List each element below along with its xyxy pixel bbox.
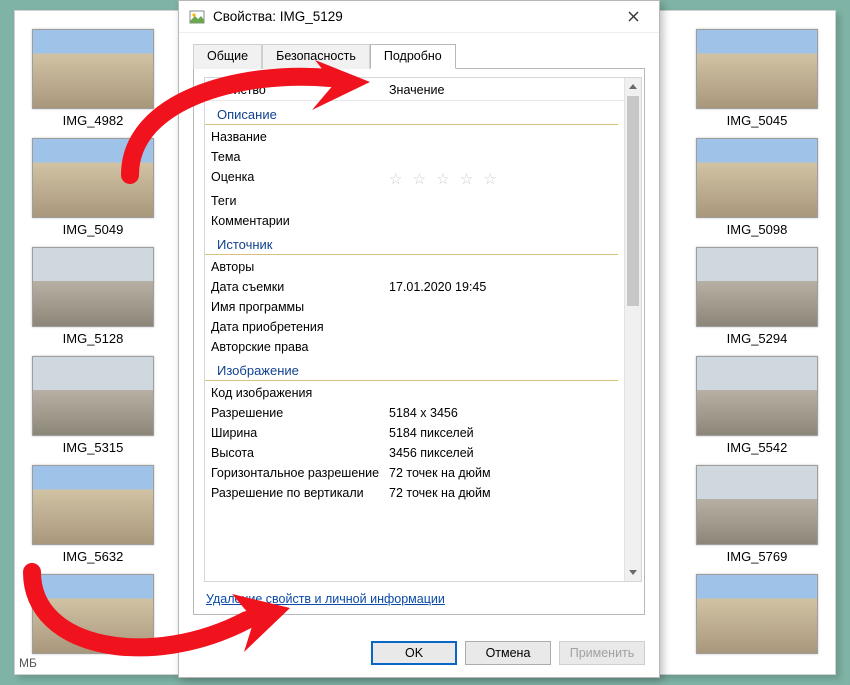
app-icon	[189, 9, 205, 25]
thumbnail[interactable]: IMG_5294	[687, 247, 827, 346]
bg-hint-text: МБ	[19, 656, 37, 670]
section-description: Описание	[205, 103, 618, 125]
row-width[interactable]: Ширина	[211, 426, 389, 440]
thumbnail-image[interactable]	[696, 356, 818, 436]
row-hres[interactable]: Горизонтальное разрешение	[211, 466, 389, 480]
thumbnail-label: IMG_4982	[23, 113, 163, 128]
tab-general[interactable]: Общие	[193, 44, 262, 69]
thumbnail[interactable]: IMG_5049	[23, 138, 163, 237]
row-copyright[interactable]: Авторские права	[211, 340, 389, 354]
row-authors[interactable]: Авторы	[211, 260, 389, 274]
thumbnail-label: IMG_5045	[687, 113, 827, 128]
thumbnail[interactable]: IMG_5098	[687, 138, 827, 237]
val-hres: 72 точек на дюйм	[389, 466, 618, 480]
thumbnail-label: IMG_5049	[23, 222, 163, 237]
ok-button[interactable]: OK	[371, 641, 457, 665]
dialog-button-row: OK Отмена Применить	[179, 627, 659, 677]
thumbnail[interactable]	[23, 574, 163, 654]
thumbnail[interactable]: IMG_5632	[23, 465, 163, 564]
thumbnail-label: IMG_5769	[687, 549, 827, 564]
scroll-up-button[interactable]	[625, 78, 641, 95]
scroll-thumb[interactable]	[627, 96, 639, 306]
row-comments[interactable]: Комментарии	[211, 214, 389, 228]
thumbnail-image[interactable]	[696, 138, 818, 218]
property-list: Свойство Значение Описание Название Тема…	[204, 77, 642, 582]
row-img-id[interactable]: Код изображения	[211, 386, 389, 400]
apply-button: Применить	[559, 641, 645, 665]
header-property: Свойство	[211, 83, 389, 97]
val-width: 5184 пикселей	[389, 426, 618, 440]
close-button[interactable]	[613, 3, 653, 31]
chevron-up-icon	[629, 84, 637, 89]
val-vres: 72 точек на дюйм	[389, 486, 618, 500]
thumbnail-image[interactable]	[32, 138, 154, 218]
row-dimensions[interactable]: Разрешение	[211, 406, 389, 420]
cancel-button[interactable]: Отмена	[465, 641, 551, 665]
thumbnail[interactable]: IMG_5769	[687, 465, 827, 564]
scrollbar[interactable]	[624, 78, 641, 581]
thumbnail-image[interactable]	[696, 247, 818, 327]
chevron-down-icon	[629, 570, 637, 575]
row-date-acq[interactable]: Дата приобретения	[211, 320, 389, 334]
thumbnail-label: IMG_5128	[23, 331, 163, 346]
row-tags[interactable]: Теги	[211, 194, 389, 208]
thumbnail[interactable]: IMG_5045	[687, 29, 827, 128]
thumbnail-image[interactable]	[32, 247, 154, 327]
thumbnail-image[interactable]	[696, 465, 818, 545]
dialog-titlebar: Свойства: IMG_5129	[179, 1, 659, 33]
row-title[interactable]: Название	[211, 130, 389, 144]
dialog-title: Свойства: IMG_5129	[213, 9, 613, 24]
thumbnail-image[interactable]	[696, 29, 818, 109]
thumbnail-image[interactable]	[32, 29, 154, 109]
thumbnail-label: IMG_5542	[687, 440, 827, 455]
properties-dialog: Свойства: IMG_5129 Общие Безопасность По…	[178, 0, 660, 678]
val-dimensions: 5184 x 3456	[389, 406, 618, 420]
thumbnail-label: IMG_5098	[687, 222, 827, 237]
thumbnail-image[interactable]	[32, 356, 154, 436]
thumbnail[interactable]: IMG_5128	[23, 247, 163, 346]
thumbnail[interactable]: IMG_5315	[23, 356, 163, 455]
val-date-taken: 17.01.2020 19:45	[389, 280, 618, 294]
thumbnail[interactable]: IMG_5542	[687, 356, 827, 455]
thumbnail-image[interactable]	[32, 574, 154, 654]
close-icon	[628, 11, 639, 22]
row-date-taken[interactable]: Дата съемки	[211, 280, 389, 294]
thumbnail-label: IMG_5315	[23, 440, 163, 455]
row-height[interactable]: Высота	[211, 446, 389, 460]
row-vres[interactable]: Разрешение по вертикали	[211, 486, 389, 500]
tab-details[interactable]: Подробно	[370, 44, 456, 69]
thumbnail[interactable]	[687, 574, 827, 654]
thumbnail[interactable]: IMG_4982	[23, 29, 163, 128]
row-program[interactable]: Имя программы	[211, 300, 389, 314]
section-image: Изображение	[205, 359, 618, 381]
section-origin: Источник	[205, 233, 618, 255]
scroll-down-button[interactable]	[625, 564, 641, 581]
thumbnail-label: IMG_5294	[687, 331, 827, 346]
property-header-row: Свойство Значение	[205, 80, 624, 101]
rating-stars[interactable]: ☆ ☆ ☆ ☆ ☆	[389, 170, 618, 188]
thumbnail-image[interactable]	[32, 465, 154, 545]
remove-properties-link[interactable]: Удаление свойств и личной информации	[206, 592, 642, 606]
val-height: 3456 пикселей	[389, 446, 618, 460]
thumbnail-image[interactable]	[696, 574, 818, 654]
row-subject[interactable]: Тема	[211, 150, 389, 164]
tab-strip: Общие Безопасность Подробно	[193, 43, 645, 69]
tab-security[interactable]: Безопасность	[262, 44, 370, 69]
thumbnail-label: IMG_5632	[23, 549, 163, 564]
header-value: Значение	[389, 83, 618, 97]
row-rating[interactable]: Оценка	[211, 170, 389, 188]
